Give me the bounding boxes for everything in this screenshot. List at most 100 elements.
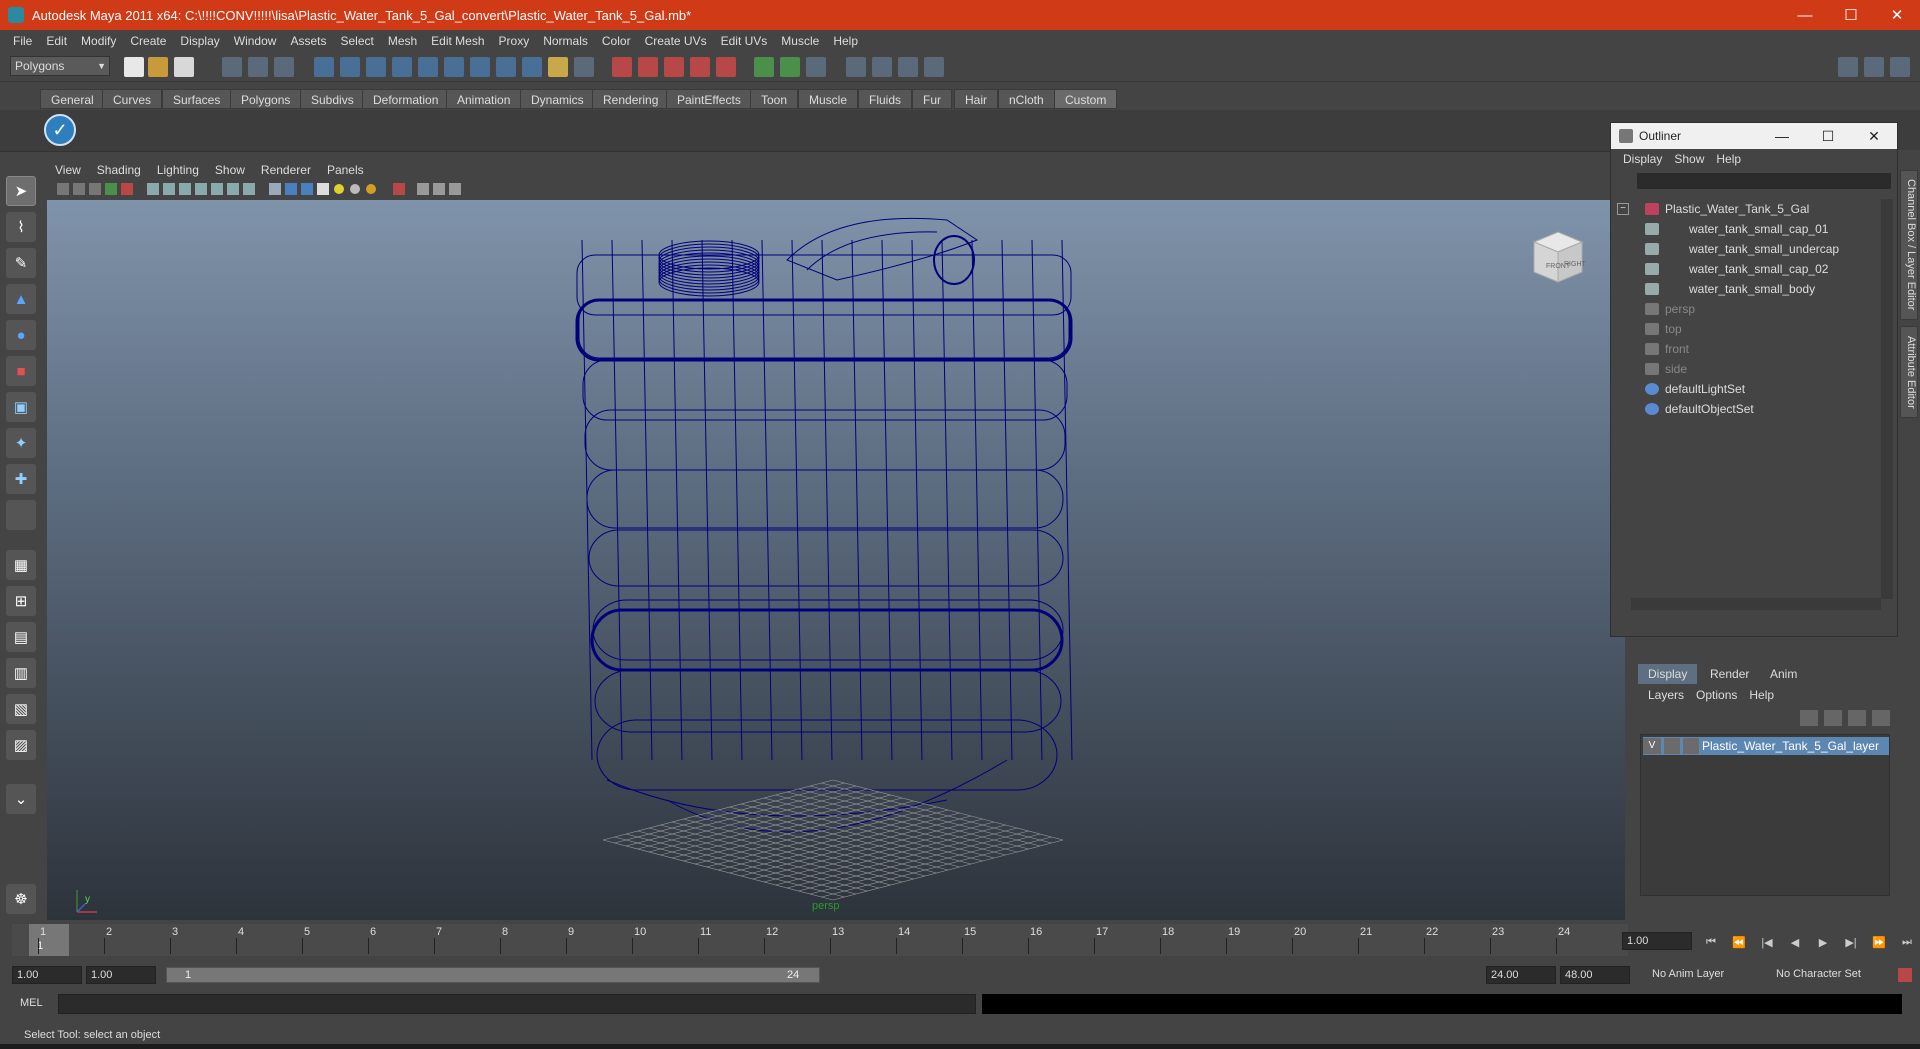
collapse-icon[interactable]: − (1617, 203, 1629, 215)
lasso-tool-icon[interactable]: ⌇ (6, 212, 36, 242)
shelf-tab-polygons[interactable]: Polygons (230, 89, 302, 109)
menu-edit-uvs[interactable]: Edit UVs (714, 34, 775, 48)
menu-proxy[interactable]: Proxy (492, 34, 537, 48)
shelf-tab-animation[interactable]: Animation (446, 89, 522, 109)
animation-start-field[interactable]: 1.00 (12, 966, 82, 984)
menu-normals[interactable]: Normals (536, 34, 595, 48)
shelf-tab-muscle[interactable]: Muscle (798, 89, 859, 109)
input-connections-icon[interactable] (754, 57, 774, 77)
minimize-button[interactable]: — (1782, 0, 1828, 30)
mask-joints-icon[interactable] (340, 57, 360, 77)
outliner-item[interactable]: Plastic_Water_Tank_5_Gal (1645, 199, 1809, 219)
tab-attribute-editor[interactable]: Attribute Editor (1900, 326, 1918, 418)
shelf-tab-deformation[interactable]: Deformation (362, 89, 450, 109)
time-slider[interactable]: 1 1 2 3 4 5 6 7 8 9 10 11 12 13 14 15 16 17 18 19 20 21 22 23 2… (12, 924, 1628, 956)
outliner-maximize-button[interactable]: ☐ (1805, 128, 1851, 145)
close-button[interactable]: ✕ (1874, 0, 1920, 30)
persp-hypershade-layout-icon[interactable]: ▨ (6, 730, 36, 760)
save-scene-icon[interactable] (174, 57, 194, 77)
step-forward-key-icon[interactable]: ⏩ (1868, 936, 1890, 949)
maximize-button[interactable]: ☐ (1828, 0, 1874, 30)
outliner-item[interactable]: water_tank_small_body (1645, 279, 1815, 299)
persp-outliner-layout-icon[interactable]: ▤ (6, 622, 36, 652)
make-live-icon[interactable] (716, 57, 736, 77)
outliner-filter-field[interactable] (1637, 173, 1891, 189)
panel-menu-show[interactable]: Show (207, 163, 253, 177)
checkmark-shelf-icon[interactable]: ✓ (44, 114, 76, 146)
menu-create[interactable]: Create (123, 34, 173, 48)
outliner-menu-show[interactable]: Show (1668, 152, 1710, 166)
persp-graph-layout-icon[interactable]: ▥ (6, 658, 36, 688)
select-by-component-icon[interactable] (274, 57, 294, 77)
shelf-tab-fluids[interactable]: Fluids (858, 89, 913, 109)
layer-menu-options[interactable]: Options (1690, 688, 1743, 702)
current-time-field[interactable]: 1.00 (1622, 932, 1692, 950)
menu-edit[interactable]: Edit (39, 34, 74, 48)
shelf-tab-ncloth[interactable]: nCloth (998, 89, 1055, 109)
shelf-tab-toon[interactable]: Toon (750, 89, 799, 109)
new-layer-from-selection-icon[interactable] (1872, 710, 1890, 726)
outliner-item[interactable]: defaultObjectSet (1645, 399, 1754, 419)
shelf-tab-general[interactable]: General (40, 89, 105, 109)
move-layer-up-icon[interactable] (1800, 710, 1818, 726)
show-manipulator-icon[interactable]: ✚ (6, 464, 36, 494)
move-layer-down-icon[interactable] (1824, 710, 1842, 726)
mask-dynamics-icon[interactable] (444, 57, 464, 77)
outliner-minimize-button[interactable]: — (1759, 128, 1805, 144)
range-bar[interactable]: 1 24 (166, 967, 820, 983)
menu-modify[interactable]: Modify (74, 34, 123, 48)
soft-mod-tool-icon[interactable]: ✦ (6, 428, 36, 458)
animation-end-field[interactable]: 48.00 (1560, 966, 1630, 984)
quick-layout-icon[interactable]: ☸ (6, 884, 36, 914)
snap-to-curve-icon[interactable] (638, 57, 658, 77)
layer-visibility-toggle[interactable]: V (1643, 738, 1661, 754)
hypershade-layout-icon[interactable]: ▧ (6, 694, 36, 724)
layer-tab-render[interactable]: Render (1700, 664, 1759, 684)
menu-file[interactable]: File (6, 34, 39, 48)
shelf-tab-dynamics[interactable]: Dynamics (520, 89, 595, 109)
command-language-label[interactable]: MEL (20, 997, 43, 1009)
shelf-tab-fur[interactable]: Fur (912, 89, 952, 109)
outliner-item[interactable]: front (1645, 339, 1689, 359)
select-by-hierarchy-icon[interactable] (222, 57, 242, 77)
outliner-item[interactable]: top (1645, 319, 1682, 339)
toggle-channel-box-icon[interactable] (1890, 57, 1910, 77)
shelf-tab-painteffects[interactable]: PaintEffects (666, 89, 752, 109)
panel-toolbar-icons[interactable] (47, 180, 567, 200)
character-set-dropdown[interactable]: No Character Set (1772, 966, 1878, 984)
move-tool-icon[interactable]: ▲ (6, 284, 36, 314)
play-forwards-icon[interactable]: ▶ (1812, 936, 1834, 949)
layer-row[interactable]: V Plastic_Water_Tank_5_Gal_layer (1643, 737, 1889, 755)
output-connections-icon[interactable] (780, 57, 800, 77)
outliner-item[interactable]: water_tank_small_cap_02 (1645, 259, 1828, 279)
snap-to-point-icon[interactable] (664, 57, 684, 77)
toggle-tool-settings-icon[interactable] (1864, 57, 1884, 77)
open-scene-icon[interactable] (148, 57, 168, 77)
menu-muscle[interactable]: Muscle (774, 34, 826, 48)
single-pane-layout-icon[interactable]: ▦ (6, 550, 36, 580)
menu-color[interactable]: Color (595, 34, 638, 48)
tab-channel-box-layer-editor[interactable]: Channel Box / Layer Editor (1900, 170, 1918, 320)
snap-to-grid-icon[interactable] (612, 57, 632, 77)
layer-menu-layers[interactable]: Layers (1642, 688, 1690, 702)
panel-menu-view[interactable]: View (47, 163, 89, 177)
layer-color-swatch[interactable] (1683, 738, 1699, 754)
paint-select-tool-icon[interactable]: ✎ (6, 248, 36, 278)
playback-start-field[interactable]: 1.00 (86, 966, 156, 984)
rotate-tool-icon[interactable]: ● (6, 320, 36, 350)
panel-menu-lighting[interactable]: Lighting (149, 163, 207, 177)
step-forward-frame-icon[interactable]: ▶| (1840, 936, 1862, 949)
outliner-menu-help[interactable]: Help (1710, 152, 1747, 166)
playback-end-field[interactable]: 24.00 (1486, 966, 1556, 984)
shelf-tab-surfaces[interactable]: Surfaces (162, 89, 232, 109)
menu-display[interactable]: Display (173, 34, 226, 48)
toggle-attribute-editor-icon[interactable] (1838, 57, 1858, 77)
shelf-tab-subdivs[interactable]: Subdivs (300, 89, 365, 109)
scale-tool-icon[interactable]: ■ (6, 356, 36, 386)
outliner-item[interactable]: side (1645, 359, 1687, 379)
layer-tab-display[interactable]: Display (1638, 664, 1698, 684)
step-back-key-icon[interactable]: ⏪ (1728, 936, 1750, 949)
go-to-end-icon[interactable]: ⏭ (1896, 936, 1918, 949)
view-cube[interactable]: FRONT RIGHT (1526, 224, 1590, 288)
panel-menu-shading[interactable]: Shading (89, 163, 149, 177)
